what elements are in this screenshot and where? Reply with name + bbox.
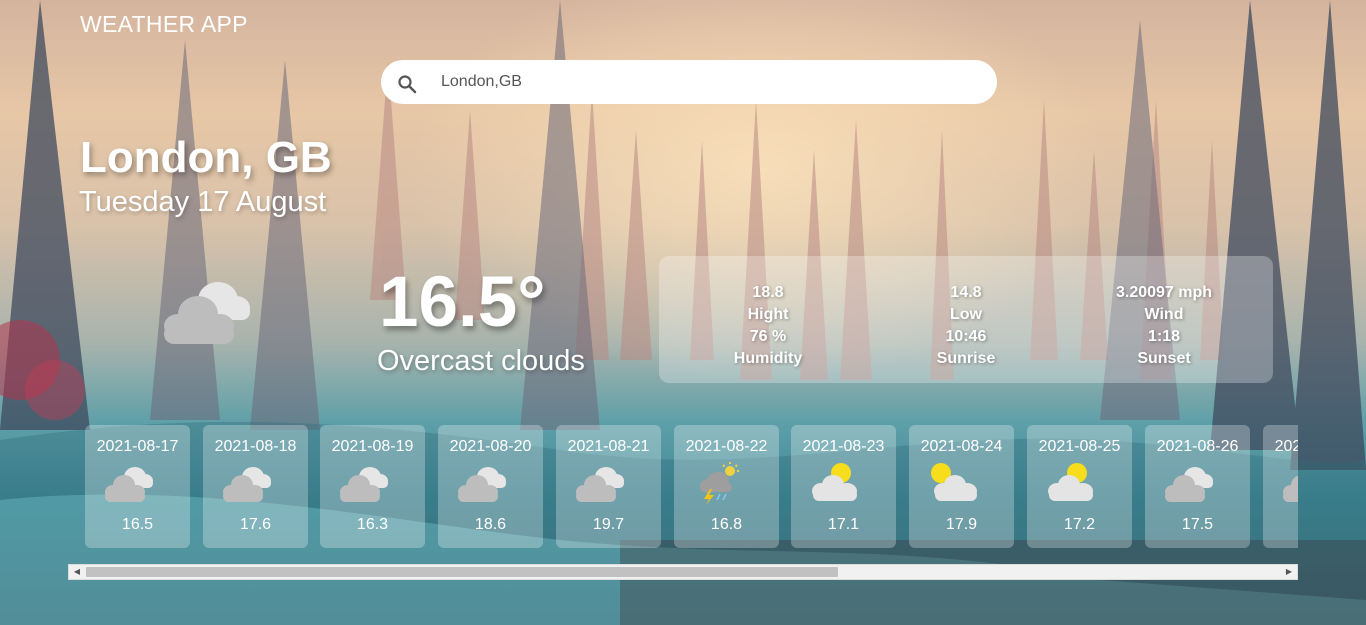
humidity-label: Humidity <box>733 350 803 367</box>
partly-cloudy-icon <box>1043 461 1099 505</box>
forecast-card: 2021-08-22 16.8 <box>674 425 779 548</box>
forecast-temperature: 17.1 <box>827 516 860 533</box>
forecast-date: 2021-08-25 <box>1038 438 1121 455</box>
forecast-scrollbar[interactable]: ◀ ▶ <box>68 564 1298 580</box>
sunrise-value: 10:46 <box>945 328 987 345</box>
forecast-card: 2021-08-25 17.2 <box>1027 425 1132 548</box>
forecast-date: 2021-08-18 <box>214 438 297 455</box>
sunset-label: Sunset <box>1137 350 1191 367</box>
search-icon[interactable] <box>397 74 417 94</box>
forecast-strip[interactable]: 2021-08-17 16.5 2021-08-18 17.6 2021-08-… <box>85 425 1298 549</box>
forecast-date: 2021-08-17 <box>96 438 179 455</box>
forecast-temperature: 16.8 <box>710 516 743 533</box>
scrollbar-thumb[interactable] <box>86 567 838 577</box>
forecast-temperature: 19.7 <box>592 516 625 533</box>
forecast-temperature: 17.6 <box>239 516 272 533</box>
forecast-card: 2021-08-18 17.6 <box>203 425 308 548</box>
current-date: Tuesday 17 August <box>79 186 327 218</box>
forecast-date: 2021-08-22 <box>685 438 768 455</box>
forecast-temperature: 18.6 <box>474 516 507 533</box>
overcast-clouds-icon <box>572 461 628 505</box>
current-temperature: 16.5° <box>379 263 546 342</box>
overcast-clouds-icon <box>1279 461 1298 505</box>
forecast-card: 2021-08-27 <box>1263 425 1298 548</box>
high-value: 18.8 <box>752 284 784 301</box>
forecast-date: 2021-08-26 <box>1156 438 1239 455</box>
stats-column-wind-sunset: 3.20097 mph Wind 1:18 Sunset <box>1064 282 1264 370</box>
overcast-clouds-icon <box>101 461 157 505</box>
wind-label: Wind <box>1144 306 1184 323</box>
scroll-left-arrow[interactable]: ◀ <box>69 565 85 579</box>
forecast-card: 2021-08-20 18.6 <box>438 425 543 548</box>
forecast-date: 2021-08-19 <box>331 438 414 455</box>
low-value: 14.8 <box>950 284 982 301</box>
weather-description: Overcast clouds <box>377 345 585 377</box>
overcast-clouds-icon <box>160 274 254 348</box>
overcast-clouds-icon <box>336 461 392 505</box>
sunrise-label: Sunrise <box>936 350 996 367</box>
search-input[interactable] <box>441 60 961 104</box>
low-label: Low <box>950 306 982 323</box>
forecast-date: 2021-08-27 <box>1274 438 1298 455</box>
partly-cloudy-icon <box>925 461 981 505</box>
forecast-temperature: 17.2 <box>1063 516 1096 533</box>
forecast-temperature: 17.9 <box>945 516 978 533</box>
scroll-right-arrow[interactable]: ▶ <box>1281 565 1297 579</box>
forecast-temperature: 17.5 <box>1181 516 1214 533</box>
forecast-card: 2021-08-19 16.3 <box>320 425 425 548</box>
forecast-temperature: 16.5 <box>121 516 154 533</box>
forecast-card: 2021-08-17 16.5 <box>85 425 190 548</box>
sunset-value: 1:18 <box>1147 328 1181 345</box>
partly-cloudy-icon <box>807 461 863 505</box>
forecast-card: 2021-08-21 19.7 <box>556 425 661 548</box>
overcast-clouds-icon <box>454 461 510 505</box>
forecast-card: 2021-08-23 17.1 <box>791 425 896 548</box>
forecast-date: 2021-08-20 <box>449 438 532 455</box>
forecast-date: 2021-08-21 <box>567 438 650 455</box>
app-title: WEATHER APP <box>80 11 248 37</box>
forecast-temperature: 16.3 <box>356 516 389 533</box>
search-bar <box>381 60 997 104</box>
stats-column-high-humidity: 18.8 Hight 76 % Humidity <box>668 282 868 370</box>
city-name: London, GB <box>80 133 332 182</box>
overcast-clouds-icon <box>1161 461 1217 505</box>
wind-value: 3.20097 mph <box>1115 284 1213 301</box>
stats-column-low-sunrise: 14.8 Low 10:46 Sunrise <box>866 282 1066 370</box>
forecast-date: 2021-08-23 <box>802 438 885 455</box>
forecast-card: 2021-08-26 17.5 <box>1145 425 1250 548</box>
forecast-date: 2021-08-24 <box>920 438 1003 455</box>
overcast-clouds-icon <box>219 461 275 505</box>
forecast-card: 2021-08-24 17.9 <box>909 425 1014 548</box>
high-label: Hight <box>747 306 789 323</box>
thunderstorm-icon <box>690 461 746 505</box>
weather-stats-panel: 18.8 Hight 76 % Humidity 14.8 Low 10:46 … <box>659 256 1273 383</box>
humidity-value: 76 % <box>749 328 787 345</box>
